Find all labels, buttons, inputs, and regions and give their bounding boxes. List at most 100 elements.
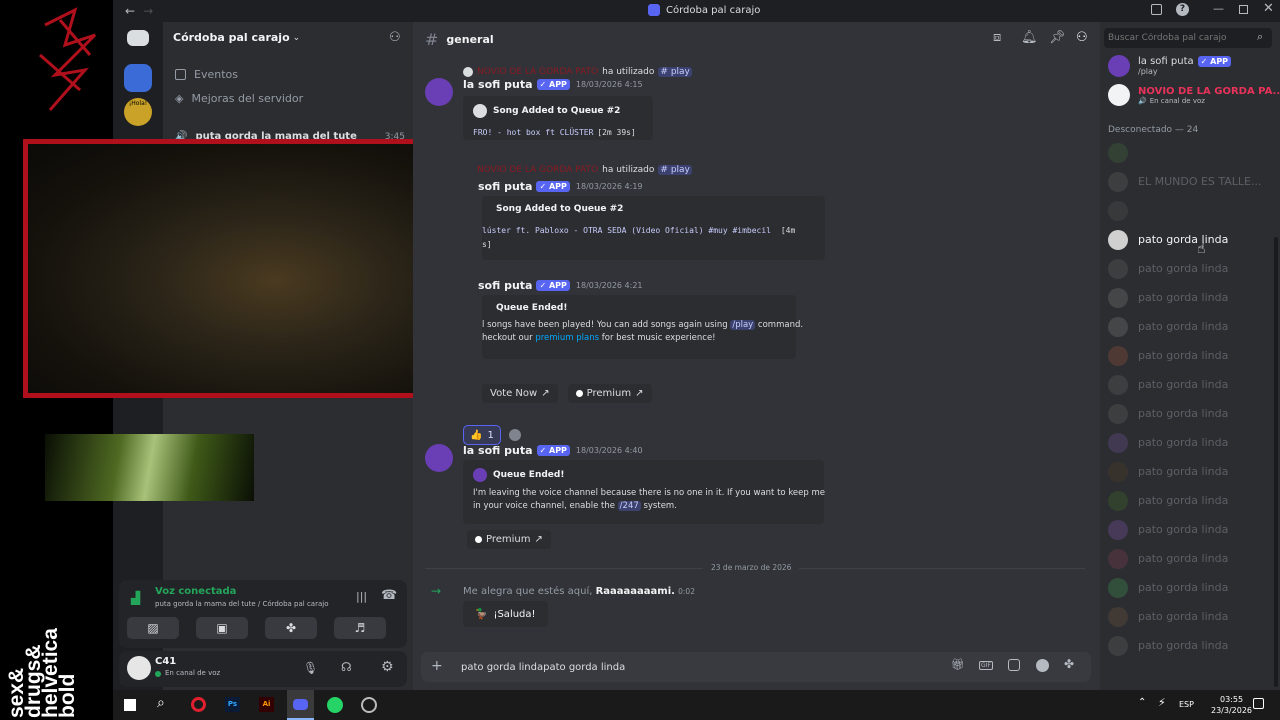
activities-button[interactable]: ✤ [265, 617, 317, 639]
camera-off-icon: ▨ [147, 621, 159, 635]
discord-home-icon[interactable] [127, 30, 149, 46]
opera-icon[interactable] [191, 697, 206, 712]
clock[interactable]: 03:55 23/3/2026 [1211, 694, 1252, 716]
screen-share-icon: ▣ [216, 621, 228, 635]
server-icon-active[interactable] [124, 64, 152, 92]
noise-suppression-icon[interactable]: ||| [356, 590, 367, 603]
message-author[interactable]: sofi puta [478, 279, 532, 292]
member-row[interactable]: pato gorda linda [1100, 370, 1272, 399]
server-icon-hola[interactable]: ¡Hola! [124, 98, 152, 126]
member-row[interactable] [1100, 138, 1272, 167]
bell-icon[interactable]: 🔔︎ [1021, 30, 1038, 45]
message-author[interactable]: la sofi puta [463, 444, 533, 457]
gift-icon[interactable]: 🎁︎ [951, 658, 965, 671]
search-input[interactable] [1108, 31, 1248, 45]
message-input[interactable] [461, 659, 901, 675]
add-member-icon[interactable]: ⚇ [389, 30, 401, 45]
back-arrow-icon[interactable]: ← [125, 4, 135, 18]
headphones-icon[interactable]: ☊ [341, 660, 352, 674]
member-row[interactable]: pato gorda linda [1100, 225, 1272, 254]
member-avatar [1108, 548, 1128, 569]
language-indicator[interactable]: ESP [1179, 700, 1194, 709]
member-avatar [1108, 577, 1128, 598]
voice-status: Voz conectada [155, 586, 237, 597]
member-row[interactable]: pato gorda linda [1100, 283, 1272, 312]
member-row[interactable]: pato gorda linda [1100, 515, 1272, 544]
maximize-icon[interactable] [1239, 5, 1248, 14]
help-icon[interactable]: ? [1176, 3, 1189, 16]
channel-item-events[interactable]: Eventos [175, 68, 238, 81]
bot-avatar[interactable] [425, 444, 453, 472]
member-row[interactable]: pato gorda linda [1100, 254, 1272, 283]
premium-button[interactable]: Premium ↗ [567, 384, 652, 403]
windows-start-icon[interactable] [124, 699, 136, 711]
inbox-icon[interactable] [1151, 4, 1162, 15]
external-link-icon: ↗ [635, 388, 644, 399]
member-row[interactable]: NOVIO DE LA GORDA PA... 🔊 En canal de voz [1108, 84, 1280, 106]
soundboard-button[interactable]: ♬ [334, 617, 386, 639]
member-row[interactable]: pato gorda linda [1100, 457, 1272, 486]
premium-button[interactable]: Premium ↗ [467, 530, 551, 549]
member-row[interactable]: EL MUNDO ES TALLE... [1100, 167, 1272, 196]
gif-icon[interactable]: GIF [979, 661, 993, 670]
server-header[interactable]: Córdoba pal carajo ⌄ [173, 31, 300, 44]
member-avatar [1108, 84, 1130, 106]
minimize-icon[interactable]: — [1213, 2, 1224, 15]
notifications-icon[interactable] [1253, 698, 1264, 709]
message-author[interactable]: la sofi puta [463, 78, 533, 91]
user-panel: C41 En canal de voz 🎙 ☊ ⚙ [119, 651, 407, 687]
illustrator-icon[interactable]: Ai [259, 697, 274, 712]
member-row[interactable]: pato gorda linda [1100, 486, 1272, 515]
member-row[interactable]: pato gorda linda [1100, 573, 1272, 602]
obs-icon[interactable] [361, 697, 377, 713]
network-icon[interactable]: ⚡ [1158, 696, 1166, 709]
settings-gear-icon[interactable]: ⚙ [381, 659, 394, 675]
microphone-icon[interactable]: 🎙 [303, 661, 318, 675]
member-avatar [1108, 316, 1128, 337]
apps-icon[interactable]: ✤ [1064, 657, 1074, 671]
embed: Song Added to Queue #2 FRO! - hot box ft… [463, 96, 653, 140]
scrollbar[interactable] [1274, 237, 1278, 687]
wave-button[interactable]: 🦆 ¡Saluda! [463, 601, 548, 627]
threads-icon[interactable]: ⧈ [993, 30, 1001, 45]
member-row[interactable]: pato gorda linda [1100, 544, 1272, 573]
member-row[interactable]: pato gorda linda [1100, 631, 1272, 660]
member-row[interactable]: pato gorda linda [1100, 312, 1272, 341]
tray-chevron-icon[interactable]: ⌃ [1138, 697, 1146, 708]
taskbar-search-icon[interactable]: ⌕ [157, 695, 165, 711]
member-row[interactable]: pato gorda linda [1100, 399, 1272, 428]
member-row[interactable] [1100, 196, 1272, 225]
message-author[interactable]: sofi puta [478, 180, 532, 193]
soundboard-icon: ♬ [354, 621, 366, 635]
member-row[interactable]: pato gorda linda [1100, 602, 1272, 631]
pin-icon[interactable]: 📌︎ [1049, 30, 1066, 45]
premium-plans-link[interactable]: premium plans [535, 333, 599, 343]
disconnect-icon[interactable]: ☎ [381, 588, 397, 603]
bot-avatar[interactable] [425, 78, 453, 106]
whatsapp-icon[interactable] [327, 697, 343, 713]
member-row[interactable]: pato gorda linda [1100, 341, 1272, 370]
emoji-icon[interactable] [1036, 659, 1049, 672]
channel-item-boosts[interactable]: ◈ Mejoras del servidor [175, 92, 303, 105]
vote-now-button[interactable]: Vote Now ↗ [482, 384, 558, 403]
discord-logo-icon [293, 699, 308, 710]
forward-arrow-icon[interactable]: → [143, 4, 153, 18]
sticker-icon[interactable] [1008, 659, 1020, 671]
close-icon[interactable]: ✕ [1263, 1, 1274, 16]
member-row[interactable]: la sofi puta ✓ APP /play [1108, 55, 1232, 77]
embed: Queue Ended! I'm leaving the voice chann… [463, 460, 825, 524]
screen-share-button[interactable]: ▣ [196, 617, 248, 639]
member-avatar [1108, 258, 1128, 279]
member-name: pato gorda linda [1138, 233, 1229, 246]
members-icon[interactable]: ⚇ [1076, 30, 1088, 45]
camera-button[interactable]: ▨ [127, 617, 179, 639]
user-avatar[interactable] [127, 656, 151, 680]
webcam-image-strip [45, 434, 254, 501]
wave-sticker-icon: 🦆 [475, 608, 488, 620]
member-row[interactable]: pato gorda linda [1100, 428, 1272, 457]
red-graffiti-logo [39, 7, 97, 111]
search-box[interactable]: ⌕ [1104, 28, 1272, 48]
add-attachment-icon[interactable]: + [431, 658, 443, 674]
photoshop-icon[interactable]: Ps [225, 697, 240, 712]
app-badge: ✓ APP [536, 445, 570, 456]
